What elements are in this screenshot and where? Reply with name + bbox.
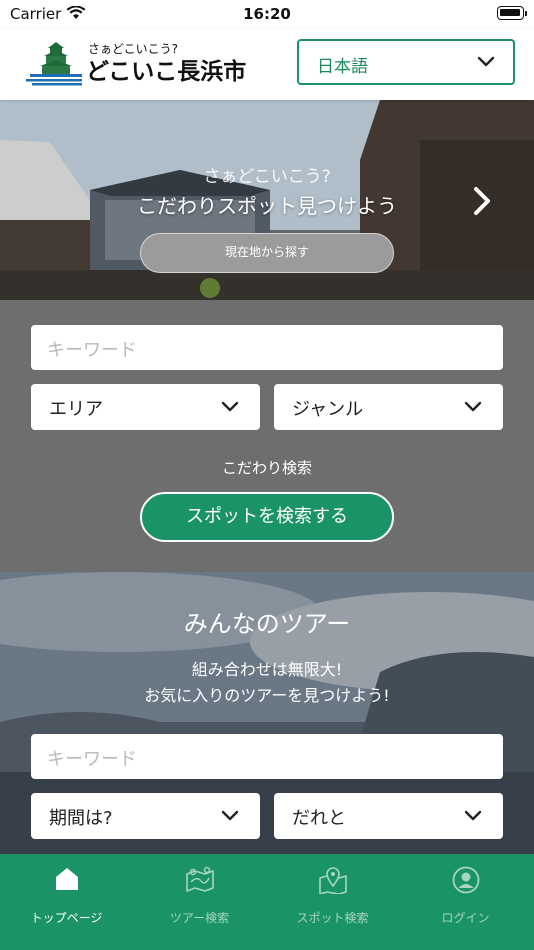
spot-keyword-input[interactable]: キーワード [31, 325, 503, 370]
app-logo[interactable]: さぁどこいこう? どこいこ長浜市 [26, 38, 246, 90]
kodawari-search-link[interactable]: こだわり検索 [0, 457, 534, 478]
tour-keyword-input[interactable]: キーワード [31, 734, 503, 779]
status-bar: Carrier 16:20 [0, 0, 534, 28]
tab-top-page-label: トップページ [30, 911, 103, 925]
language-select[interactable]: 日本語 [297, 39, 515, 85]
hero-headline: こだわりスポット見つけよう [137, 194, 397, 218]
app-header: さぁどこいこう? どこいこ長浜市 日本語 [0, 28, 534, 100]
area-select[interactable]: エリア [31, 384, 260, 430]
tab-spot-search-label: スポット検索 [296, 911, 369, 925]
spot-map-icon [318, 867, 347, 894]
tour-map-icon [185, 866, 214, 892]
chevron-down-icon [477, 56, 495, 67]
tab-spot-search[interactable]: スポット検索 [266, 854, 399, 950]
genre-select-label: ジャンル [292, 399, 364, 420]
spot-search-panel: キーワード エリア ジャンル こだわり検索 スポットを検索する [0, 300, 534, 572]
chevron-down-icon [221, 401, 239, 412]
spot-keyword-placeholder: キーワード [47, 340, 137, 361]
tour-subtitle-line2: お気に入りのツアーを見つけよう! [144, 686, 390, 705]
tab-tour-search[interactable]: ツアー検索 [133, 854, 266, 950]
locate-nearby-button[interactable]: 現在地から探す [140, 233, 394, 273]
tour-section-title: みんなのツアー [183, 610, 351, 638]
clock: 16:20 [243, 5, 291, 23]
period-select-label: 期間は? [49, 808, 113, 829]
chevron-down-icon [464, 810, 482, 821]
tab-login-label: ログイン [441, 911, 490, 925]
hero-banner: さぁどこいこう? こだわりスポット見つけよう 現在地から探す [0, 100, 534, 300]
battery-icon [497, 6, 527, 20]
castle-logo-icon [26, 42, 82, 86]
user-icon [452, 866, 479, 894]
language-value: 日本語 [317, 57, 368, 77]
chevron-down-icon [464, 401, 482, 412]
companion-select[interactable]: だれと [274, 793, 503, 839]
search-spot-button[interactable]: スポットを検索する [140, 492, 394, 542]
tour-subtitle-line1: 組み合わせは無限大! [191, 660, 343, 679]
tour-keyword-placeholder: キーワード [47, 749, 137, 770]
bottom-tab-bar: トップページ ツアー検索 スポット検索 ログイン [0, 854, 534, 950]
genre-select[interactable]: ジャンル [274, 384, 503, 430]
tab-top-page[interactable]: トップページ [0, 854, 133, 950]
tour-search-section: みんなのツアー 組み合わせは無限大! お気に入りのツアーを見つけよう! キーワー… [0, 572, 534, 854]
area-select-label: エリア [49, 399, 103, 420]
chevron-down-icon [221, 810, 239, 821]
chevron-right-icon[interactable] [470, 186, 494, 216]
hero-tagline: さぁどこいこう? [203, 167, 331, 187]
tab-tour-search-label: ツアー検索 [169, 911, 230, 925]
logo-title: どこいこ長浜市 [86, 59, 247, 85]
home-icon [55, 868, 78, 890]
companion-select-label: だれと [292, 808, 346, 829]
tab-login[interactable]: ログイン [399, 854, 532, 950]
period-select[interactable]: 期間は? [31, 793, 260, 839]
